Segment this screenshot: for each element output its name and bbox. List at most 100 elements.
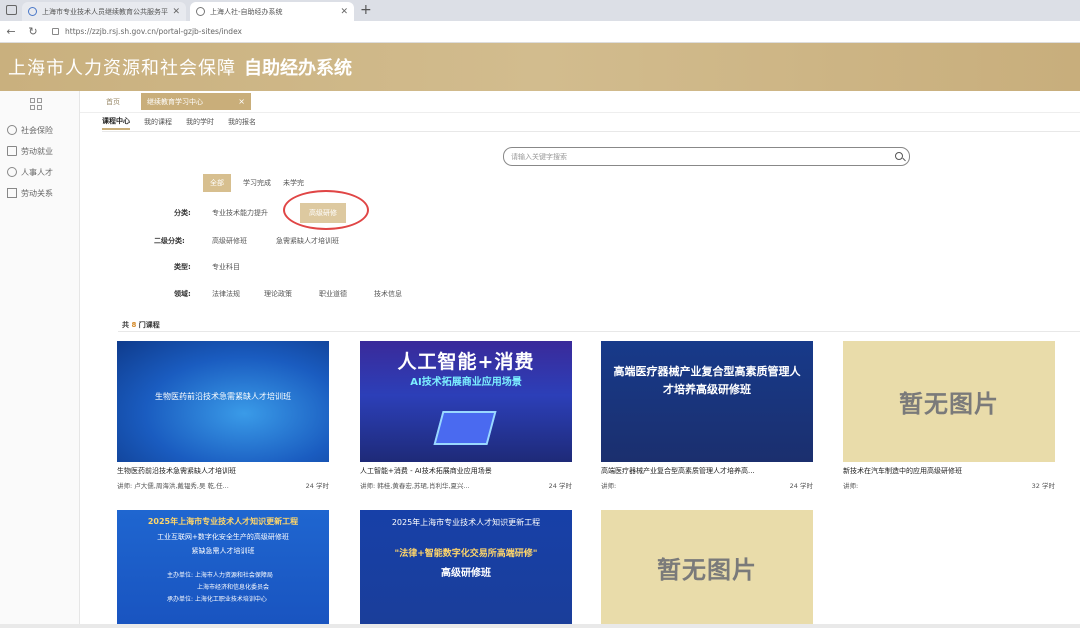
course-card[interactable]: 暂无图片 [601, 510, 813, 624]
browser-tab-1[interactable]: 上海市专业技术人员继续教育公共服务平台 ✕ [22, 2, 186, 21]
status-filter-row: 全部 学习完成 未学完 [203, 174, 316, 192]
course-card[interactable]: 生物医药前沿技术急需紧缺人才培训班 生物医药前沿技术急需紧缺人才培训班 讲师: … [117, 341, 329, 490]
site-favicon-icon [28, 7, 37, 16]
course-card[interactable]: 暂无图片 新技术在汽车制造中的应用高级研修班 讲师: 32 学时 [843, 341, 1055, 490]
reload-icon[interactable]: ↻ [22, 25, 44, 38]
search-box [503, 147, 910, 166]
browser-tab-2[interactable]: 上海人社-自助经办系统 ✕ [190, 2, 354, 21]
sidebar-item-label: 劳动就业 [21, 146, 53, 156]
filter-option-tech-info[interactable]: 技术信息 [374, 289, 402, 299]
tab-home[interactable]: 首页 [106, 97, 120, 107]
close-icon[interactable]: × [238, 97, 245, 106]
count-number: 8 [131, 321, 137, 329]
chip-completed[interactable]: 学习完成 [243, 178, 271, 188]
sidebar-item-social-insurance[interactable]: 社会保险 [7, 123, 53, 137]
course-hours: 24 学时 [305, 482, 329, 490]
tab-my-courses[interactable]: 我的课程 [144, 117, 172, 129]
bottom-edge [0, 624, 1080, 628]
course-title[interactable]: 生物医药前沿技术急需紧缺人才培训班 [117, 466, 329, 476]
document-icon [7, 188, 17, 198]
site-favicon-icon [196, 7, 205, 16]
course-teachers: 讲师: 韩桂,黄春宏,苏珺,肖利华,夏兴... [360, 482, 470, 490]
filter-option-policy[interactable]: 理论政策 [264, 289, 292, 299]
menu-grid-icon[interactable] [30, 98, 42, 110]
close-tab-icon[interactable]: ✕ [340, 7, 348, 17]
course-teachers: 讲师: [843, 482, 859, 490]
sidebar-item-label: 人事人才 [21, 167, 53, 177]
thumbnail-subtitle: "法律+智能数字化交易所高端研修" [394, 549, 538, 559]
filter-option-urgent-talent[interactable]: 急需紧缺人才培训班 [276, 236, 339, 246]
close-tab-icon[interactable]: ✕ [172, 7, 180, 17]
filter-label-type: 类型: [174, 263, 191, 271]
filter-option-professional[interactable]: 专业技术能力提升 [212, 208, 268, 218]
course-card[interactable]: 人工智能+消费 AI技术拓展商业应用场景 人工智能+消费 - AI技术拓展商业应… [360, 341, 572, 490]
app-subtitle: 自助经办系统 [244, 58, 352, 79]
shield-icon [7, 125, 17, 135]
course-card[interactable]: 2025年上海市专业技术人才知识更新工程 工业互联网+数字化安全生产的高级研修班… [117, 510, 329, 624]
divider [118, 331, 1080, 332]
course-thumbnail[interactable]: 生物医药前沿技术急需紧缺人才培训班 [117, 341, 329, 462]
course-thumbnail[interactable]: 暂无图片 [843, 341, 1055, 462]
address-bar: ← ↻ https://zzjb.rsj.sh.gov.cn/portal-gz… [0, 21, 1080, 43]
tab-my-registration[interactable]: 我的报名 [228, 117, 256, 129]
course-thumbnail[interactable]: 2025年上海市专业技术人才知识更新工程 工业互联网+数字化安全生产的高级研修班… [117, 510, 329, 624]
course-thumbnail[interactable]: 人工智能+消费 AI技术拓展商业应用场景 [360, 341, 572, 462]
course-hours: 24 学时 [548, 482, 572, 490]
lock-icon [52, 28, 59, 35]
thumbnail-line: 主办单位: 上海市人力资源和社会保障局 [167, 572, 273, 579]
course-thumbnail[interactable]: 高端医疗器械产业复合型高素质管理人才培养高级研修班 [601, 341, 813, 462]
left-sidebar: 社会保险 劳动就业 人事人才 劳动关系 [0, 91, 80, 628]
sidebar-item-personnel[interactable]: 人事人才 [7, 165, 53, 179]
workspaces-icon[interactable] [6, 5, 17, 15]
url-field[interactable]: https://zzjb.rsj.sh.gov.cn/portal-gzjb-s… [52, 27, 242, 36]
chip-all[interactable]: 全部 [203, 174, 231, 192]
thumbnail-title: 2025年上海市专业技术人才知识更新工程 [147, 517, 299, 526]
search-input[interactable] [511, 152, 909, 161]
back-arrow-icon[interactable]: ← [0, 25, 22, 38]
sidebar-item-label: 劳动关系 [21, 188, 53, 198]
course-thumbnail[interactable]: 2025年上海市专业技术人才知识更新工程 "法律+智能数字化交易所高端研修" 高… [360, 510, 572, 624]
filter-option-professional-subject[interactable]: 专业科目 [212, 262, 240, 272]
course-meta: 讲师: 32 学时 [843, 480, 1055, 490]
tab-label: 继续教育学习中心 [147, 97, 203, 106]
ai-chip-graphic [433, 411, 497, 445]
thumbnail-title: 2025年上海市专业技术人才知识更新工程 [391, 518, 541, 527]
course-title[interactable]: 高端医疗器械产业复合型高素质管理人才培养高... [601, 466, 813, 476]
people-icon [7, 167, 17, 177]
filter-option-ethics[interactable]: 职业道德 [319, 289, 347, 299]
sidebar-item-label: 社会保险 [21, 125, 53, 135]
person-icon [7, 146, 17, 156]
course-title[interactable]: 人工智能+消费 - AI技术拓展商业应用场景 [360, 466, 572, 476]
thumbnail-line: 紧缺急需人才培训班 [191, 547, 255, 555]
tab-course-center[interactable]: 课程中心 [102, 116, 130, 130]
thumbnail-subtitle: 高级研修班 [441, 568, 491, 579]
course-teachers: 讲师: [601, 482, 617, 490]
count-suffix: 门课程 [138, 321, 160, 329]
course-thumbnail[interactable]: 暂无图片 [601, 510, 813, 624]
thumbnail-subtitle: AI技术拓展商业应用场景 [410, 377, 522, 388]
thumbnail-line: 上海市经济和信息化委员会 [197, 584, 270, 591]
filter-label-field: 领域: [174, 290, 191, 298]
tab-my-hours[interactable]: 我的学时 [186, 117, 214, 129]
chip-unfinished[interactable]: 未学完 [283, 178, 304, 188]
thumbnail-line: 工业互联网+数字化安全生产的高级研修班 [157, 533, 289, 541]
filter-label-subcategory: 二级分类: [154, 237, 185, 245]
tab-continuing-education[interactable]: 继续教育学习中心 × [141, 93, 251, 110]
app-title: 上海市人力资源和社会保障 [8, 58, 236, 79]
sidebar-item-labor-relations[interactable]: 劳动关系 [7, 186, 53, 200]
sub-tab-bar: 课程中心 我的课程 我的学时 我的报名 [102, 116, 270, 130]
filter-option-law[interactable]: 法律法规 [212, 289, 240, 299]
filter-option-advanced-class[interactable]: 高级研修班 [212, 236, 247, 246]
thumbnail-title: 人工智能+消费 [397, 351, 535, 373]
course-title[interactable]: 新技术在汽车制造中的应用高级研修班 [843, 466, 1055, 476]
search-icon[interactable] [895, 152, 903, 160]
sidebar-item-employment[interactable]: 劳动就业 [7, 144, 53, 158]
no-image-placeholder: 暂无图片 [899, 390, 999, 418]
thumbnail-title: 高端医疗器械产业复合型高素质管理人才培养高级研修班 [613, 365, 801, 396]
course-meta: 讲师: 韩桂,黄春宏,苏珺,肖利华,夏兴... 24 学时 [360, 480, 572, 490]
url-text: https://zzjb.rsj.sh.gov.cn/portal-gzjb-s… [65, 27, 242, 36]
course-hours: 24 学时 [789, 482, 813, 490]
course-card[interactable]: 高端医疗器械产业复合型高素质管理人才培养高级研修班 高端医疗器械产业复合型高素质… [601, 341, 813, 490]
course-card[interactable]: 2025年上海市专业技术人才知识更新工程 "法律+智能数字化交易所高端研修" 高… [360, 510, 572, 624]
new-tab-button[interactable]: + [360, 2, 372, 18]
